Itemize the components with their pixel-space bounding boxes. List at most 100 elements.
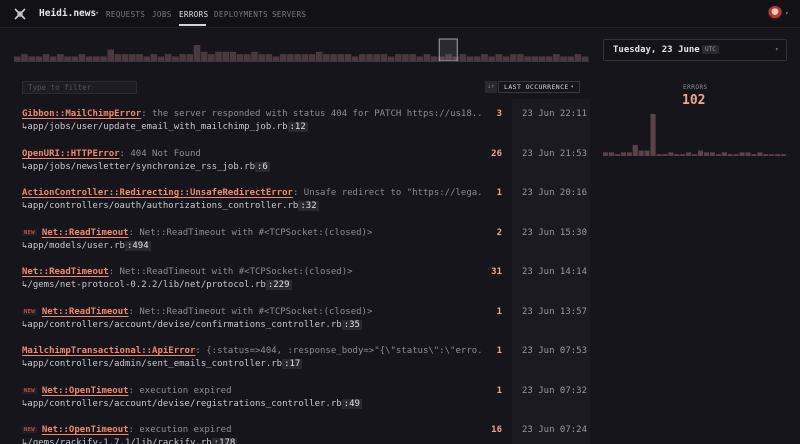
error-location: ↳app/controllers/oauth/authorizations_co… bbox=[22, 201, 319, 211]
tab-requests[interactable]: REQUESTS bbox=[106, 10, 145, 19]
error-last-occurrence: 23 Jun 13:57 bbox=[522, 306, 588, 317]
error-class-link[interactable]: ActionController::Redirecting::UnsafeRed… bbox=[22, 188, 293, 198]
histogram-baseline bbox=[14, 61, 589, 62]
error-file-path: app/controllers/admin/sent_emails_contro… bbox=[27, 359, 283, 369]
histogram-bar bbox=[186, 54, 194, 61]
histogram-bar bbox=[236, 54, 244, 61]
chevron-down-icon[interactable]: ▾ bbox=[95, 9, 99, 17]
histogram-bar bbox=[129, 54, 136, 61]
histogram-bar bbox=[394, 54, 402, 61]
error-title: OpenURI::HTTPError: 404 Not Found bbox=[22, 149, 482, 159]
date-picker[interactable]: Tuesday, 23 June UTC ▾ bbox=[603, 39, 787, 61]
error-message: : execution expired bbox=[128, 385, 232, 396]
tab-jobs[interactable]: JOBS bbox=[152, 10, 172, 19]
error-count: 1 bbox=[496, 188, 502, 198]
tab-errors[interactable]: ERRORS bbox=[179, 10, 209, 19]
error-row[interactable]: Net::ReadTimeout: Net::ReadTimeout with … bbox=[14, 257, 590, 295]
new-badge: NEW bbox=[22, 229, 37, 236]
error-class-link[interactable]: Net::OpenTimeout bbox=[42, 425, 129, 435]
app-switcher[interactable]: Heidi.news bbox=[39, 8, 96, 19]
error-class-link[interactable]: MailchimpTransactional::ApiError bbox=[22, 346, 195, 356]
error-class-link[interactable]: Net::ReadTimeout bbox=[42, 307, 129, 317]
error-line-number: :178 bbox=[211, 438, 238, 444]
summary-bar bbox=[680, 154, 686, 156]
error-title: NEW Net::OpenTimeout: execution expired bbox=[22, 386, 482, 396]
error-line-number: :494 bbox=[124, 240, 151, 251]
error-row[interactable]: NEW Net::OpenTimeout: execution expired ↳/… bbox=[14, 415, 590, 444]
error-row[interactable]: NEW Net::ReadTimeout: Net::ReadTimeout wi… bbox=[14, 297, 590, 335]
histogram-bar bbox=[78, 54, 86, 61]
errors-summary-value: 102 bbox=[682, 93, 706, 108]
histogram-bar bbox=[279, 54, 287, 61]
error-row[interactable]: Gibbon::MailChimpError: the server respo… bbox=[14, 99, 590, 137]
histogram-bar bbox=[409, 54, 416, 61]
error-class-link[interactable]: Net::ReadTimeout bbox=[42, 228, 129, 238]
tab-deployments[interactable]: DEPLOYMENTS bbox=[214, 10, 268, 19]
error-last-occurrence: 23 Jun 15:30 bbox=[522, 227, 588, 238]
error-count: 31 bbox=[491, 267, 502, 277]
error-count: 26 bbox=[491, 148, 502, 159]
top-nav: Heidi.news ▾ REQUESTS JOBS ERRORS DEPLOY… bbox=[0, 0, 800, 28]
new-badge: NEW bbox=[22, 427, 37, 433]
histogram-bar bbox=[423, 54, 431, 61]
summary-bar bbox=[632, 145, 638, 156]
histogram-bar bbox=[509, 54, 517, 61]
error-class-link[interactable]: Net::ReadTimeout bbox=[22, 267, 109, 277]
sort-direction-icon[interactable]: ↓↑ bbox=[485, 81, 497, 93]
avatar[interactable] bbox=[768, 6, 782, 20]
errors-summary-chart[interactable] bbox=[603, 108, 787, 156]
histogram-bar bbox=[373, 54, 380, 61]
error-row[interactable]: NEW Net::OpenTimeout: execution expired ↳a… bbox=[14, 376, 590, 414]
error-file-path: app/controllers/account/devise/confirmat… bbox=[27, 319, 342, 330]
error-row[interactable]: OpenURI::HTTPError: 404 Not Found ↳app/jo… bbox=[14, 139, 590, 177]
histogram-bar bbox=[251, 51, 258, 61]
error-count: 1 bbox=[496, 346, 502, 356]
histogram-bar bbox=[200, 51, 208, 61]
error-message: : Net::ReadTimeout with #<TCPSocket:(clo… bbox=[128, 306, 373, 317]
summary-bar bbox=[703, 152, 710, 156]
histogram-bar bbox=[258, 54, 265, 61]
error-file-path: /gems/rackify-1.7.1/lib/rackify.rb bbox=[27, 438, 212, 444]
error-file-path: app/models/user.rb bbox=[27, 240, 125, 251]
error-last-occurrence: 23 Jun 07:24 bbox=[522, 425, 588, 435]
histogram-bar bbox=[380, 54, 388, 61]
error-message: : the server responded with status 404 f… bbox=[141, 109, 482, 119]
error-location: ↳app/models/user.rb:494 bbox=[22, 240, 151, 251]
error-class-link[interactable]: Gibbon::MailChimpError bbox=[22, 109, 141, 119]
error-file-path: app/controllers/account/devise/registrat… bbox=[27, 398, 342, 409]
new-badge: NEW bbox=[22, 308, 37, 315]
error-class-link[interactable]: Net::OpenTimeout bbox=[42, 386, 129, 396]
error-file-path: /gems/net-protocol-0.2.2/lib/net/protoco… bbox=[27, 280, 266, 290]
summary-bar bbox=[650, 114, 656, 156]
error-row[interactable]: ActionController::Redirecting::UnsafeRed… bbox=[14, 178, 590, 216]
error-last-occurrence: 23 Jun 20:16 bbox=[522, 188, 588, 198]
histogram-bar bbox=[344, 54, 352, 61]
error-row[interactable]: MailchimpTransactional::ApiError: {:stat… bbox=[14, 336, 590, 374]
histogram-bar bbox=[215, 51, 222, 61]
summary-bar bbox=[739, 152, 745, 156]
active-tab-indicator bbox=[179, 24, 206, 26]
histogram-bar bbox=[495, 54, 503, 61]
error-row[interactable]: NEW Net::ReadTimeout: Net::ReadTimeout wi… bbox=[14, 218, 590, 256]
x-logo-icon[interactable] bbox=[13, 7, 27, 21]
histogram-bar bbox=[481, 54, 488, 61]
timeline-histogram[interactable] bbox=[14, 37, 589, 61]
histogram-bar bbox=[574, 54, 582, 61]
filter-input[interactable] bbox=[22, 81, 137, 94]
error-message: : Net::ReadTimeout with #<TCPSocket:(clo… bbox=[108, 267, 353, 277]
sort-select[interactable]: LAST OCCURRENCE ▾ bbox=[498, 81, 580, 93]
histogram-bar bbox=[301, 54, 309, 61]
histogram-bar bbox=[193, 45, 201, 61]
error-last-occurrence: 23 Jun 07:32 bbox=[522, 385, 588, 396]
error-title: NEW Net::ReadTimeout: Net::ReadTimeout wi… bbox=[22, 307, 482, 317]
summary-bar bbox=[721, 152, 727, 156]
error-last-occurrence: 23 Jun 14:14 bbox=[522, 267, 588, 277]
error-file-path: app/jobs/newsletter/synchronize_rss_job.… bbox=[27, 161, 255, 172]
chevron-down-icon[interactable]: ▾ bbox=[785, 10, 789, 17]
error-class-link[interactable]: OpenURI::HTTPError bbox=[22, 149, 120, 159]
chevron-down-icon: ▾ bbox=[570, 84, 574, 90]
error-message: : Unsafe redirect to "https://lega... bbox=[292, 188, 482, 198]
timezone-badge: UTC bbox=[702, 45, 719, 54]
tab-servers[interactable]: SERVERS bbox=[272, 10, 306, 19]
error-location: ↳app/controllers/admin/sent_emails_contr… bbox=[22, 359, 303, 369]
